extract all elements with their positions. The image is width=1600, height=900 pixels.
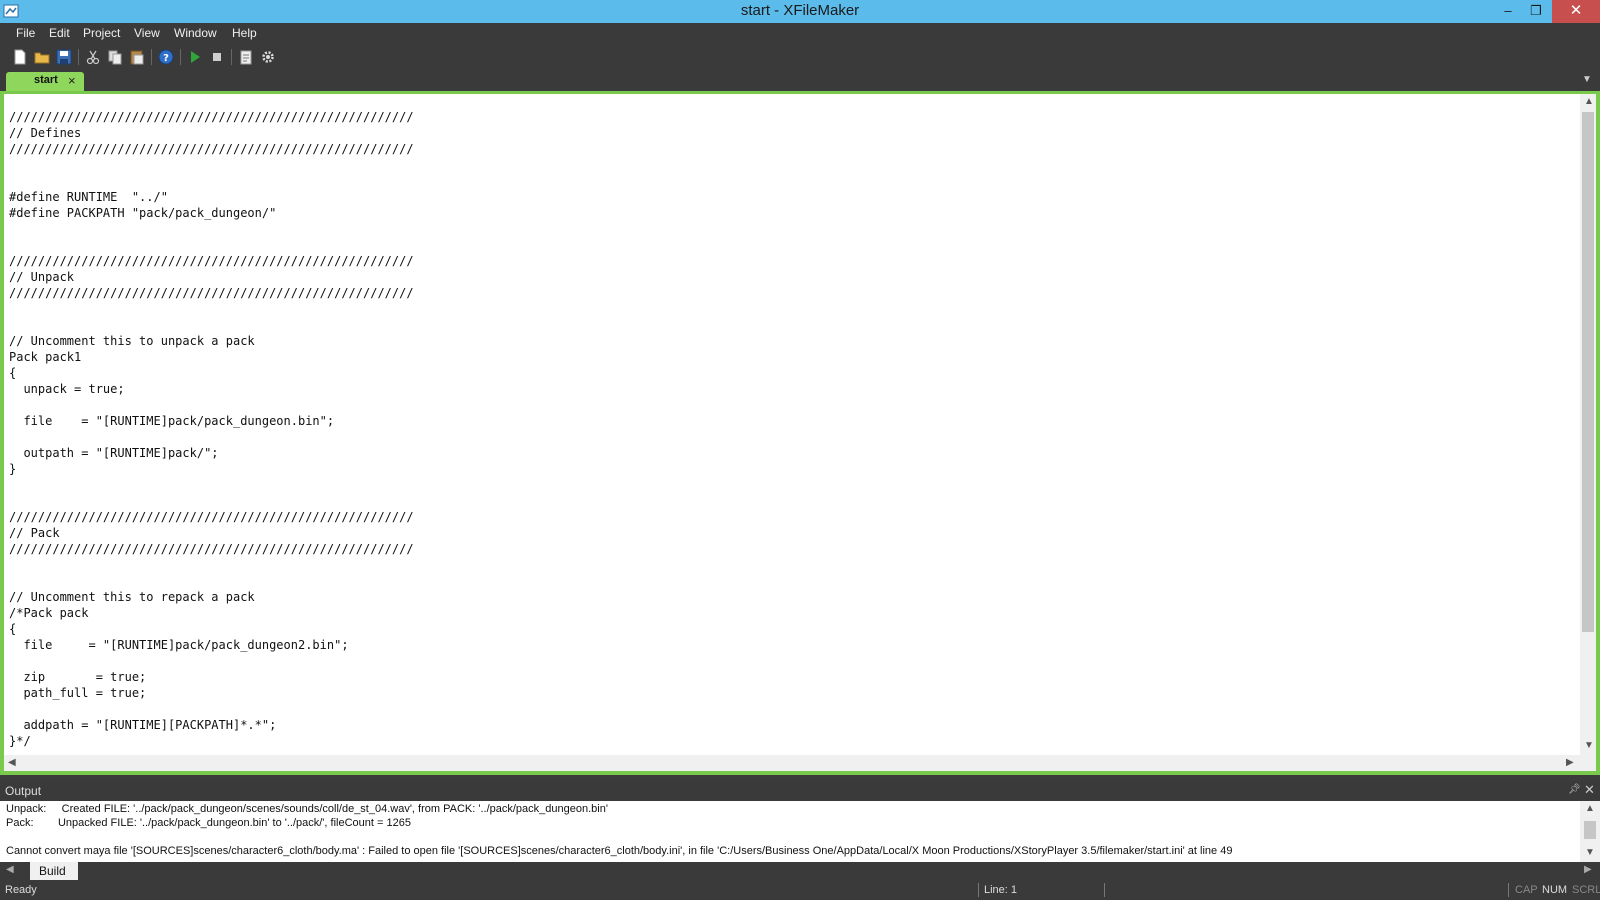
window-title: start - XFileMaker — [740, 2, 860, 19]
code-line: #define RUNTIME "../" — [9, 190, 168, 204]
status-divider — [1508, 883, 1509, 897]
output-line: Pack: Unpacked FILE: '../pack/pack_dunge… — [6, 817, 411, 829]
menu-project[interactable]: Project — [83, 26, 120, 40]
tab-scroll-right-icon[interactable]: ▶ — [1584, 864, 1592, 875]
editor-frame: ////////////////////////////////////////… — [0, 91, 1600, 775]
pin-icon[interactable]: 📌︎ — [1568, 784, 1581, 795]
status-divider — [978, 883, 979, 897]
save-icon[interactable] — [55, 48, 73, 66]
scroll-down-arrow[interactable]: ▼ — [1584, 740, 1594, 751]
menu-file[interactable]: File — [16, 26, 35, 40]
code-line: Pack pack1 — [9, 350, 82, 364]
editor-horizontal-scrollbar[interactable]: ◀ ▶ — [4, 755, 1580, 771]
code-line: ////////////////////////////////////////… — [9, 510, 414, 524]
editor-vertical-scrollbar[interactable]: ▲ ▼ — [1580, 94, 1596, 755]
restore-button[interactable]: ❐ — [1522, 0, 1550, 23]
clipboard-icon[interactable] — [237, 48, 255, 66]
menu-bar: File Edit Project View Window Help — [0, 23, 1600, 44]
new-file-icon[interactable] — [11, 48, 29, 66]
paste-icon[interactable] — [128, 48, 146, 66]
output-close-icon[interactable]: ✕ — [1584, 782, 1595, 798]
output-vertical-scrollbar[interactable]: ▲ ▼ — [1580, 801, 1600, 862]
open-folder-icon[interactable] — [33, 48, 51, 66]
code-line: #define PACKPATH "pack/pack_dungeon/" — [9, 206, 277, 220]
code-line: // Uncomment this to repack a pack — [9, 590, 255, 604]
status-scrl: SCRL — [1572, 884, 1600, 896]
tab-build[interactable]: Build — [30, 862, 78, 880]
tab-start[interactable]: start × — [6, 72, 84, 91]
menu-view[interactable]: View — [134, 26, 160, 40]
code-line: /*Pack pack — [9, 606, 89, 620]
status-cap: CAP — [1515, 884, 1538, 896]
code-editor[interactable]: ////////////////////////////////////////… — [4, 94, 1580, 755]
code-line: ////////////////////////////////////////… — [9, 542, 414, 556]
code-line: ////////////////////////////////////////… — [9, 286, 414, 300]
tab-scroll-left-icon[interactable]: ◀ — [6, 864, 14, 875]
code-line: // Unpack — [9, 270, 75, 284]
settings-gear-icon[interactable] — [259, 48, 277, 66]
output-tabbar: ◀ Build ▶ — [0, 862, 1600, 880]
scroll-left-arrow[interactable]: ◀ — [8, 757, 16, 768]
build-tab-label: Build — [39, 864, 66, 878]
tab-label: start — [34, 74, 58, 86]
code-line: // Defines — [9, 126, 82, 140]
toolbar: ? — [0, 44, 1600, 70]
help-icon[interactable]: ? — [157, 48, 175, 66]
toolbar-separator — [180, 49, 181, 65]
code-line: ////////////////////////////////////////… — [9, 254, 414, 268]
copy-icon[interactable] — [106, 48, 124, 66]
cut-icon[interactable] — [84, 48, 102, 66]
menu-window[interactable]: Window — [174, 26, 217, 40]
stop-icon[interactable] — [208, 48, 226, 66]
code-line: { — [9, 622, 17, 636]
output-scroll-thumb[interactable] — [1584, 821, 1596, 839]
toolbar-separator — [231, 49, 232, 65]
scroll-up-arrow[interactable]: ▲ — [1584, 96, 1594, 107]
tab-list-dropdown-icon[interactable]: ▼ — [1582, 74, 1592, 85]
output-panel[interactable]: Unpack: Created FILE: '../pack/pack_dung… — [0, 801, 1580, 862]
code-line: file = "[RUNTIME]pack/pack_dungeon.bin"; — [9, 414, 335, 428]
output-line: Cannot convert maya file '[SOURCES]scene… — [6, 845, 1233, 857]
output-header: Output 📌︎ ✕ — [0, 781, 1600, 801]
code-line: // Pack — [9, 526, 60, 540]
editor-scroll-thumb[interactable] — [1582, 112, 1594, 632]
code-line: ////////////////////////////////////////… — [9, 110, 414, 124]
minimize-button[interactable]: – — [1494, 0, 1522, 23]
code-line: file = "[RUNTIME]pack/pack_dungeon2.bin"… — [9, 638, 349, 652]
scroll-up-arrow[interactable]: ▲ — [1585, 803, 1595, 814]
menu-edit[interactable]: Edit — [49, 26, 70, 40]
title-bar: start - XFileMaker – ❐ ✕ — [0, 0, 1600, 23]
toolbar-separator — [78, 49, 79, 65]
run-icon[interactable] — [186, 48, 204, 66]
code-line: addpath = "[RUNTIME][PACKPATH]*.*"; — [9, 718, 277, 732]
scroll-right-arrow[interactable]: ▶ — [1566, 757, 1574, 768]
code-line: ////////////////////////////////////////… — [9, 142, 414, 156]
code-line: unpack = true; — [9, 382, 125, 396]
toolbar-separator — [151, 49, 152, 65]
status-num: NUM — [1542, 884, 1568, 896]
output-line: Unpack: Created FILE: '../pack/pack_dung… — [6, 803, 608, 815]
code-line: path_full = true; — [9, 686, 147, 700]
code-line: { — [9, 366, 17, 380]
close-window-button[interactable]: ✕ — [1552, 0, 1600, 23]
code-line: }*/ — [9, 734, 31, 748]
scroll-corner — [1580, 755, 1596, 771]
status-ready: Ready — [5, 884, 37, 896]
code-line: outpath = "[RUNTIME]pack/"; — [9, 446, 219, 460]
output-title: Output — [5, 784, 42, 798]
code-line: } — [9, 462, 17, 476]
scroll-down-arrow[interactable]: ▼ — [1585, 847, 1595, 858]
code-line: // Uncomment this to unpack a pack — [9, 334, 255, 348]
tab-close-icon[interactable]: × — [68, 73, 76, 88]
status-line: Line: 1 — [984, 884, 1018, 896]
svg-text:?: ? — [163, 53, 169, 64]
menu-help[interactable]: Help — [232, 26, 257, 40]
code-line: zip = true; — [9, 670, 147, 684]
status-divider — [1104, 883, 1105, 897]
status-bar: Ready Line: 1 CAP NUM SCRL — [0, 880, 1600, 900]
document-tabstrip: start × ▼ — [0, 70, 1600, 91]
